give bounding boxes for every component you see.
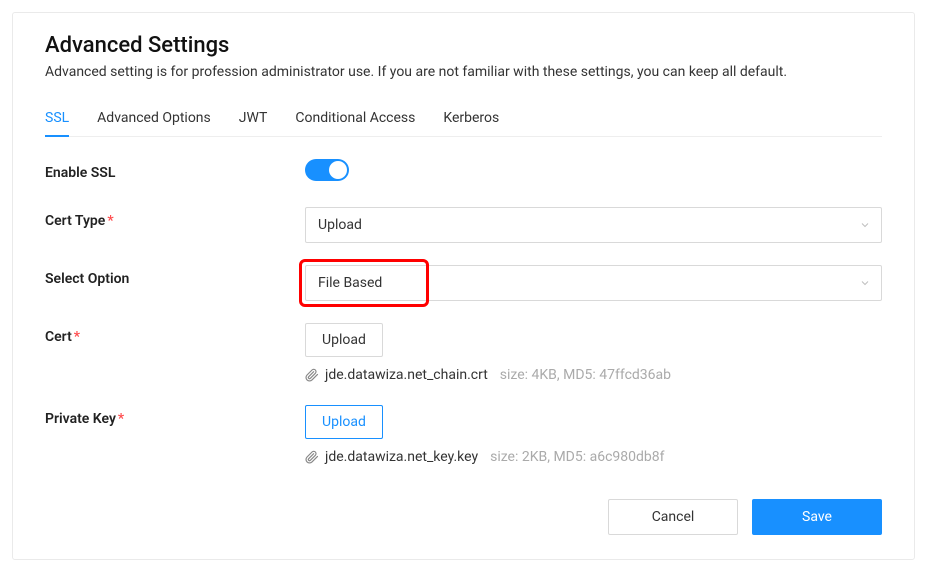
ssl-form: Enable SSL Cert Type* Upload — [45, 159, 882, 465]
label-select-option: Select Option — [45, 265, 305, 287]
tab-kerberos[interactable]: Kerberos — [443, 104, 499, 136]
row-select-option: Select Option File Based — [45, 265, 882, 301]
tab-advanced-options[interactable]: Advanced Options — [97, 104, 211, 136]
cancel-button[interactable]: Cancel — [608, 499, 738, 535]
cert-file-meta: size: 4KB, MD5: 47ffcd36ab — [500, 367, 671, 383]
toggle-knob — [329, 161, 347, 179]
label-cert-text: Cert — [45, 329, 72, 345]
select-select-option[interactable]: File Based — [305, 265, 882, 301]
label-cert: Cert* — [45, 323, 305, 345]
label-private-key: Private Key* — [45, 405, 305, 427]
required-marker: * — [118, 411, 124, 427]
paperclip-icon — [305, 450, 319, 464]
cert-file-name: jde.datawiza.net_chain.crt — [325, 367, 488, 383]
paperclip-icon — [305, 368, 319, 382]
private-key-file-info: jde.datawiza.net_key.key size: 2KB, MD5:… — [305, 449, 882, 465]
label-private-key-text: Private Key — [45, 411, 116, 427]
chevron-down-icon — [859, 219, 871, 231]
label-enable-ssl: Enable SSL — [45, 159, 305, 181]
cert-file-info: jde.datawiza.net_chain.crt size: 4KB, MD… — [305, 367, 882, 383]
tab-jwt[interactable]: JWT — [239, 104, 268, 136]
save-button[interactable]: Save — [752, 499, 882, 535]
row-cert-type: Cert Type* Upload — [45, 207, 882, 243]
label-cert-type-text: Cert Type — [45, 213, 105, 229]
tab-conditional-access[interactable]: Conditional Access — [295, 104, 415, 136]
page-subtitle: Advanced setting is for profession admin… — [45, 64, 882, 80]
tab-ssl[interactable]: SSL — [45, 104, 69, 136]
row-private-key: Private Key* Upload jde.datawiza.net_key… — [45, 405, 882, 465]
required-marker: * — [107, 213, 113, 229]
select-option-wrap: File Based — [305, 265, 882, 301]
select-cert-type[interactable]: Upload — [305, 207, 882, 243]
upload-private-key-button[interactable]: Upload — [305, 405, 383, 439]
footer-actions: Cancel Save — [608, 499, 882, 535]
tabs: SSL Advanced Options JWT Conditional Acc… — [45, 104, 882, 137]
row-enable-ssl: Enable SSL — [45, 159, 882, 185]
select-cert-type-value: Upload — [318, 217, 362, 233]
private-key-file-meta: size: 2KB, MD5: a6c980db8f — [490, 449, 664, 465]
row-cert: Cert* Upload jde.datawiza.net_chain.crt … — [45, 323, 882, 383]
upload-cert-button[interactable]: Upload — [305, 323, 383, 357]
advanced-settings-panel: Advanced Settings Advanced setting is fo… — [12, 12, 915, 560]
required-marker: * — [74, 329, 80, 345]
page-title: Advanced Settings — [45, 33, 882, 58]
toggle-enable-ssl[interactable] — [305, 159, 349, 181]
private-key-file-name: jde.datawiza.net_key.key — [325, 449, 478, 465]
chevron-down-icon — [859, 277, 871, 289]
page: Advanced Settings Advanced setting is fo… — [0, 0, 927, 572]
label-cert-type: Cert Type* — [45, 207, 305, 229]
select-select-option-value: File Based — [318, 275, 382, 291]
